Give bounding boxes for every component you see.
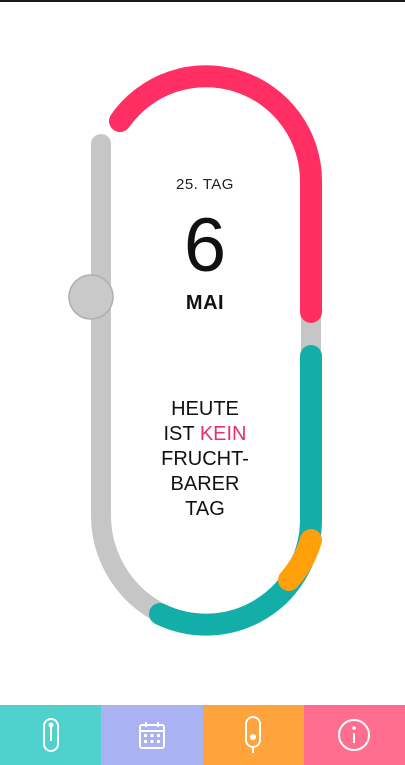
day-slider-knob[interactable] <box>68 274 114 320</box>
message-line: BARER <box>170 473 240 495</box>
month-label: MAI <box>185 292 225 314</box>
date-number: 6 <box>183 203 227 288</box>
message-highlight: KEIN <box>199 423 247 445</box>
message-text: IST <box>163 423 195 445</box>
cycle-day-label: 25. TAG <box>176 176 234 193</box>
cycle-view: 25. TAG 6 MAI HEUTE IST KEIN FRUCHT- BAR… <box>0 0 405 705</box>
calendar-icon <box>138 722 165 749</box>
message-line: HEUTE <box>171 398 239 420</box>
tab-tampon[interactable] <box>202 705 304 765</box>
bottom-tab-bar <box>0 705 405 765</box>
tampon-icon <box>245 716 262 753</box>
message-line: IST KEIN <box>120 422 290 447</box>
fertility-message: HEUTE IST KEIN FRUCHT- BARER TAG <box>120 397 290 522</box>
thermometer-icon <box>42 718 59 752</box>
tab-info[interactable] <box>303 705 405 765</box>
message-line: TAG <box>185 498 225 520</box>
message-line: FRUCHT- <box>161 448 249 470</box>
tab-cycle[interactable] <box>0 705 102 765</box>
cycle-track <box>68 65 323 636</box>
tab-calendar[interactable] <box>101 705 203 765</box>
info-icon <box>338 719 371 751</box>
